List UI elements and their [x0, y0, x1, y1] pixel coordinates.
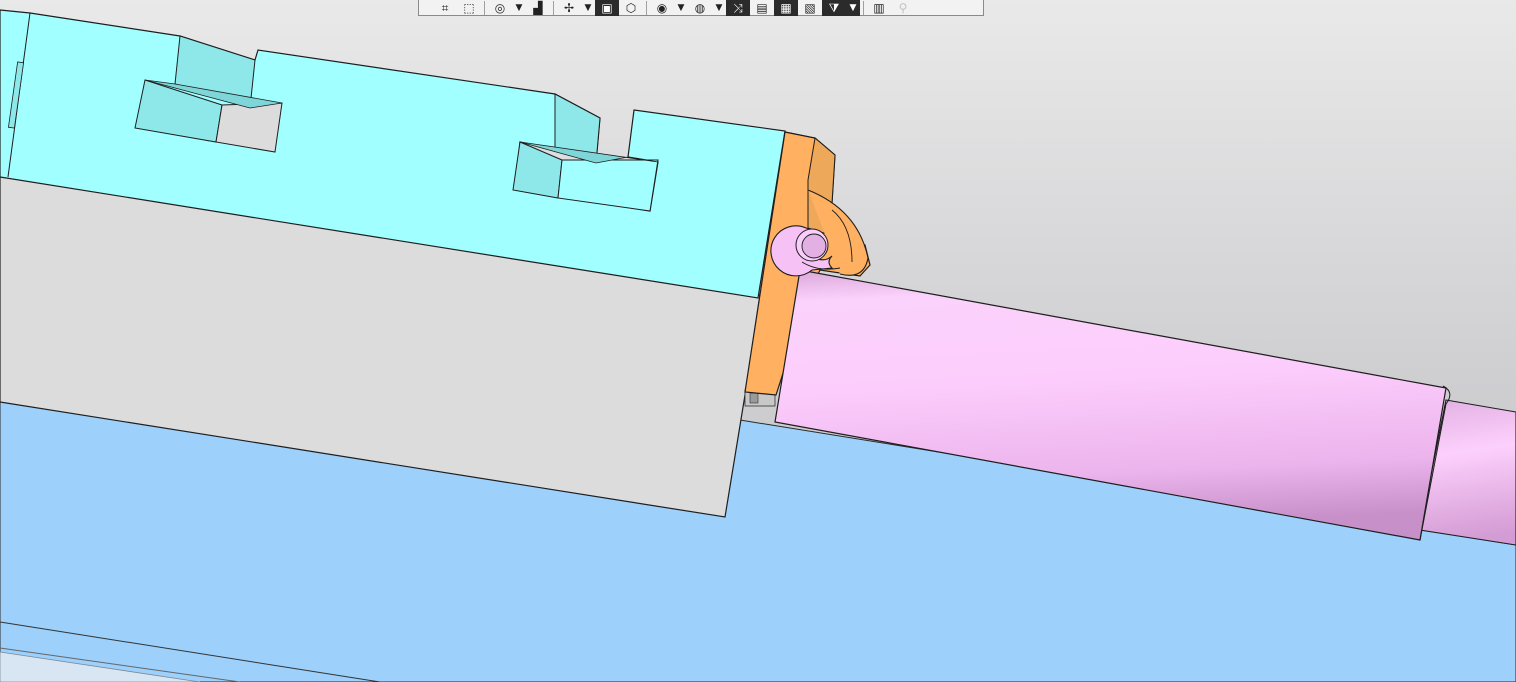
filter-icon[interactable]: ⧩ [822, 0, 846, 16]
toolbar-separator [553, 0, 554, 15]
scene-icon[interactable]: ⤨ [726, 0, 750, 16]
photoview-icon[interactable]: ▧ [798, 0, 822, 16]
view-settings-icon[interactable]: ▤ [750, 0, 774, 16]
section-view-icon[interactable]: ▟ [526, 0, 550, 16]
chevron-down-icon[interactable]: ▼ [712, 0, 726, 16]
display-style-icon[interactable]: ⬡ [619, 0, 643, 16]
rendering-icon[interactable]: ▦ [774, 0, 798, 16]
zoom-area-icon[interactable]: ⬚ [457, 0, 481, 16]
toolbar-separator [863, 0, 864, 15]
previous-view-icon[interactable]: ◎ [488, 0, 512, 16]
dynamic-annotation-icon[interactable]: ✢ [557, 0, 581, 16]
chevron-down-icon[interactable]: ▼ [581, 0, 595, 16]
3d-viewport[interactable] [0, 0, 1516, 682]
monitor-icon[interactable]: ▥ [867, 0, 891, 16]
zoom-to-fit-icon[interactable]: ⌗ [433, 0, 457, 16]
edit-appearance-icon[interactable]: ◍ [688, 0, 712, 16]
hide-show-icon[interactable]: ◉ [650, 0, 674, 16]
chevron-down-icon[interactable]: ▼ [846, 0, 860, 16]
pin-icon[interactable]: ⚲ [891, 0, 915, 16]
chevron-down-icon[interactable]: ▼ [512, 0, 526, 16]
toolbar-separator [646, 0, 647, 15]
heads-up-view-toolbar: ⌗ ⬚ ◎ ▼ ▟ ✢ ▼ ▣ ⬡ ◉ ▼ ◍ ▼ ⤨ ▤ ▦ ▧ ⧩ ▼ ▥ … [418, 0, 984, 16]
small-fitting-2 [749, 392, 759, 404]
cad-model-scene[interactable] [0, 0, 1516, 682]
view-orientation-icon[interactable]: ▣ [595, 0, 619, 16]
toolbar-separator [484, 0, 485, 15]
chevron-down-icon[interactable]: ▼ [674, 0, 688, 16]
